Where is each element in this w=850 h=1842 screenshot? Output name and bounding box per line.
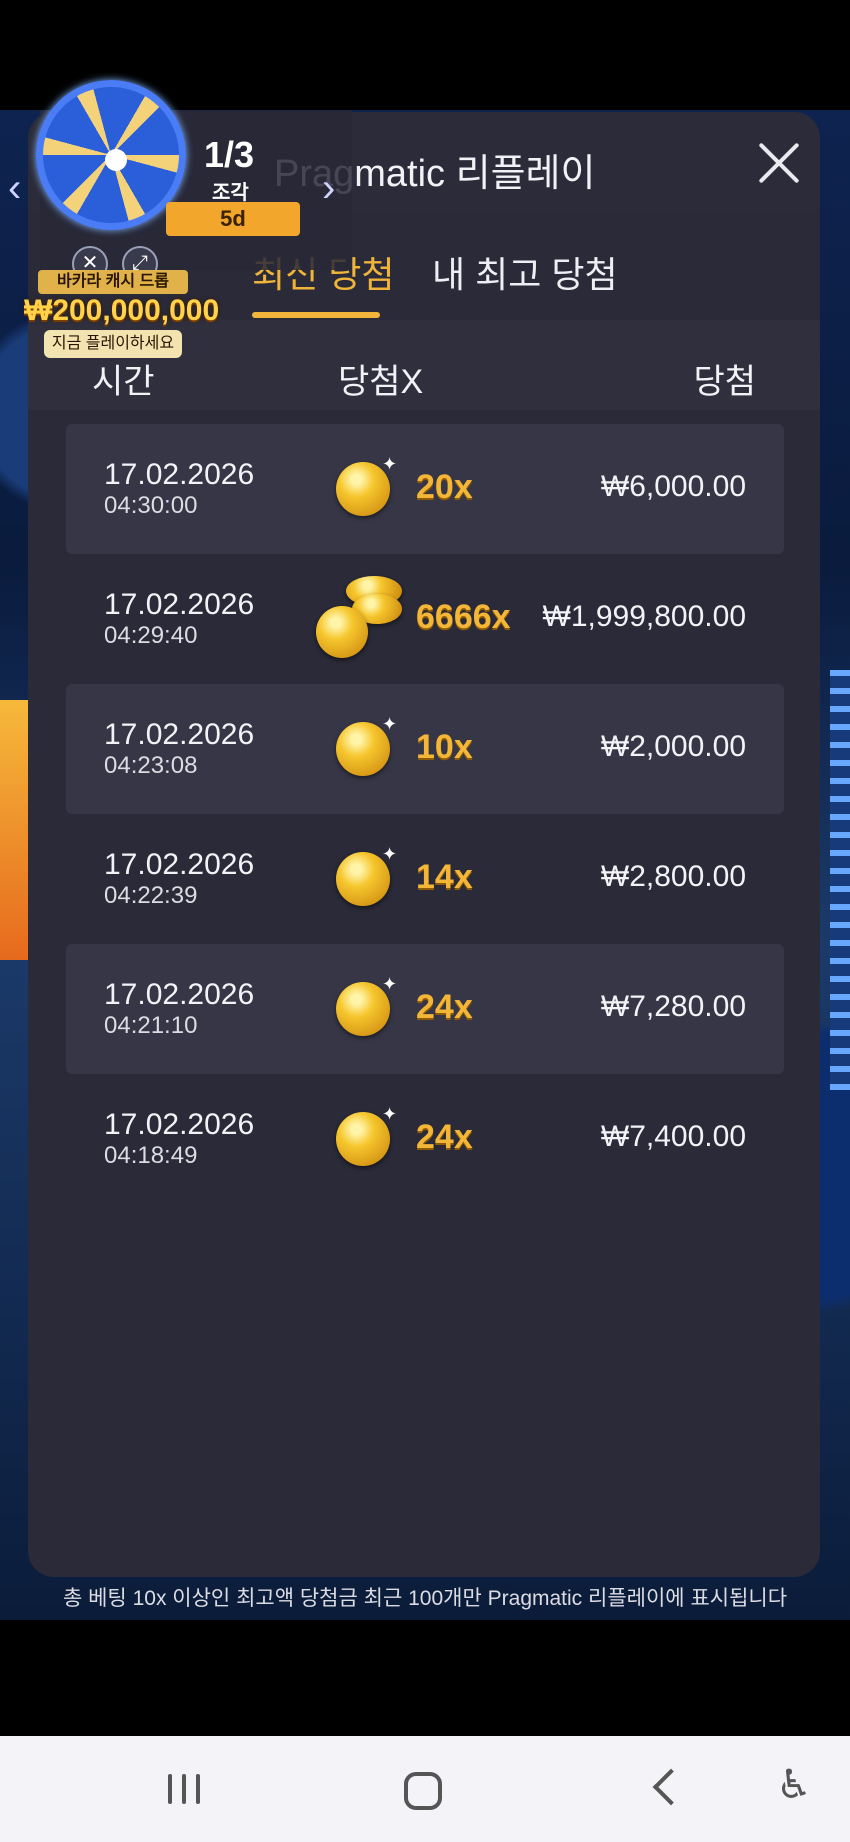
row-amount: ₩6,000.00 [600,470,746,503]
row-multiplier: 24x [416,1118,473,1156]
table-row[interactable]: 17.02.2026 04:21:10 ✦ 24x ₩7,280.00 [66,944,784,1074]
promo-widget: ‹ 1/3 조각 5d › ✕ ⤢ 바카라 캐시 드롭 ₩200,000,000… [0,78,360,378]
days-left-badge: 5d [166,202,300,236]
table-row[interactable]: 17.02.2026 04:23:08 ✦ 10x ₩2,000.00 [66,684,784,814]
android-nav-bar: ♿ [0,1736,850,1842]
promo-title: 바카라 캐시 드롭 [38,270,188,294]
table-row[interactable]: 17.02.2026 04:22:39 ✦ 14x ₩2,800.00 [66,814,784,944]
play-now-button[interactable]: 지금 플레이하세요 [44,330,182,358]
game-reel-left [0,700,28,960]
row-date: 17.02.2026 [104,588,255,621]
sparkle-icon: ✦ [382,1104,398,1124]
row-amount: ₩1,999,800.00 [542,600,746,633]
table-row[interactable]: 17.02.2026 04:30:00 ✦ 20x ₩6,000.00 [66,424,784,554]
row-date: 17.02.2026 [104,1108,255,1141]
row-time: 04:23:08 [104,752,198,779]
row-multiplier: 10x [416,728,473,766]
close-button[interactable] [750,134,808,192]
row-time: 04:22:39 [104,882,198,909]
pieces-progress: 1/3 [204,134,255,175]
row-date: 17.02.2026 [104,458,255,491]
row-date: 17.02.2026 [104,978,255,1011]
accessibility-icon[interactable]: ♿ [776,1762,836,1807]
row-date: 17.02.2026 [104,848,255,881]
row-multiplier: 6666x [416,598,511,636]
row-multiplier: 20x [416,468,473,506]
row-time: 04:21:10 [104,1012,198,1039]
row-multiplier: 24x [416,988,473,1026]
row-amount: ₩2,000.00 [600,730,746,763]
row-time: 04:29:40 [104,622,198,649]
sparkle-icon: ✦ [382,714,398,734]
chevron-right-icon[interactable]: › [322,166,335,211]
footer-note: 총 베팅 10x 이상인 최고액 당첨금 최근 100개만 Pragmatic … [62,1587,788,1610]
promo-banner[interactable]: 바카라 캐시 드롭 ₩200,000,000 지금 플레이하세요 [24,270,220,370]
tab-my-best-wins[interactable]: 내 최고 당첨 [432,246,618,298]
sparkle-icon: ✦ [382,974,398,994]
promo-amount: ₩200,000,000 [24,294,220,327]
sparkle-icon: ✦ [382,454,398,474]
chevron-left-icon[interactable]: ‹ [8,166,21,211]
pieces-label: 조각 [212,182,249,204]
gold-coin-pile-icon [316,576,406,666]
sparkle-icon: ✦ [382,844,398,864]
table-row[interactable]: 17.02.2026 04:18:49 ✦ 24x ₩7,400.00 [66,1074,784,1204]
recent-apps-icon[interactable] [162,1768,222,1812]
column-header-win: 당첨 [693,363,756,401]
row-amount: ₩7,280.00 [600,990,746,1023]
row-time: 04:30:00 [104,492,198,519]
game-reel-right [830,670,850,1090]
home-icon[interactable] [404,1772,442,1810]
row-amount: ₩2,800.00 [600,860,746,893]
row-amount: ₩7,400.00 [600,1120,746,1153]
row-time: 04:18:49 [104,1142,198,1169]
row-multiplier: 14x [416,858,473,896]
row-date: 17.02.2026 [104,718,255,751]
back-icon[interactable] [640,1768,700,1812]
wins-list: 17.02.2026 04:30:00 ✦ 20x ₩6,000.00 17.0… [66,424,784,1204]
prize-wheel-icon[interactable] [36,80,186,230]
table-row[interactable]: 17.02.2026 04:29:40 6666x ₩1,999,800.00 [66,554,784,684]
